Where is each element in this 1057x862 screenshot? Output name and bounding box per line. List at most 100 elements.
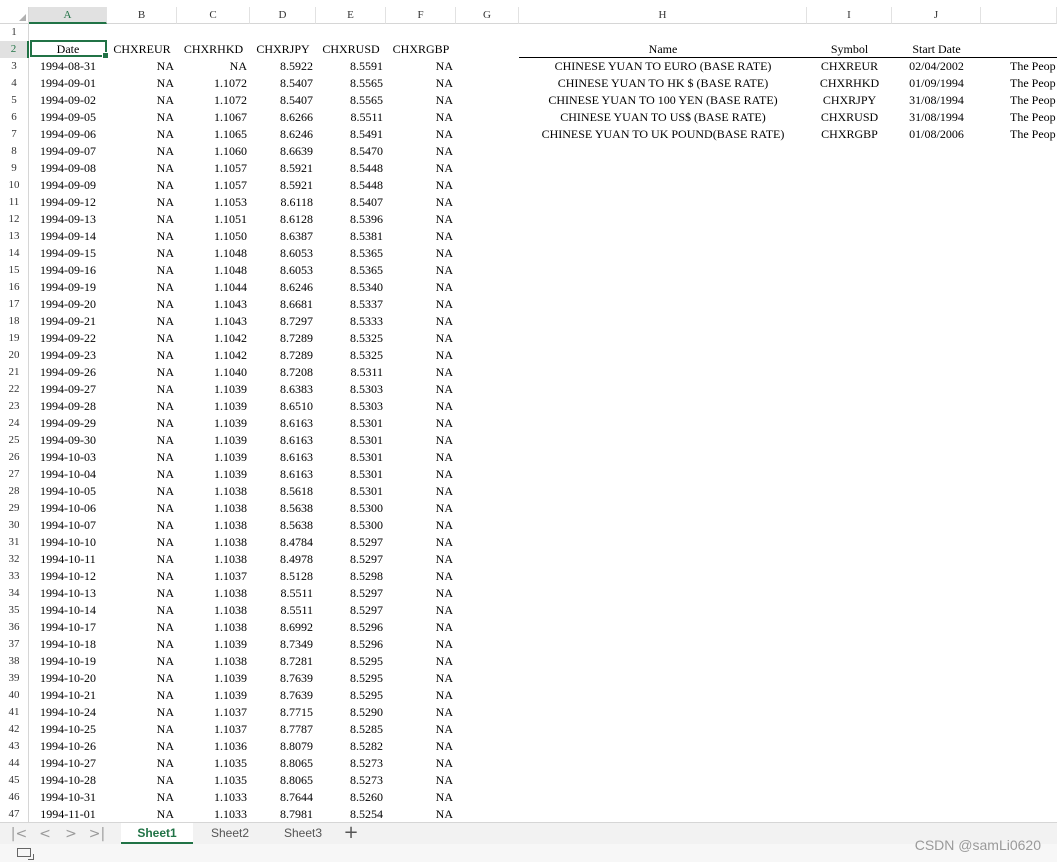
- rate-cell[interactable]: 1.1042: [177, 347, 247, 364]
- rate-cell[interactable]: 1.1038: [177, 619, 247, 636]
- rate-cell[interactable]: NA: [386, 109, 453, 126]
- date-cell[interactable]: 1994-10-06: [29, 500, 107, 517]
- rate-cell[interactable]: NA: [107, 551, 174, 568]
- rate-cell[interactable]: 1.1048: [177, 262, 247, 279]
- rate-cell[interactable]: NA: [107, 806, 174, 822]
- date-cell[interactable]: 1994-10-13: [29, 585, 107, 602]
- rate-cell[interactable]: 8.6383: [250, 381, 313, 398]
- date-cell[interactable]: 1994-09-02: [29, 92, 107, 109]
- column-header-g[interactable]: G: [456, 7, 519, 24]
- rate-cell[interactable]: 8.5285: [316, 721, 383, 738]
- active-cell-selection[interactable]: [30, 40, 109, 59]
- row-header-11[interactable]: 11: [0, 194, 29, 211]
- meta-header-cell[interactable]: Symbol: [807, 41, 892, 58]
- rate-cell[interactable]: 8.7297: [250, 313, 313, 330]
- meta-symbol-cell[interactable]: CHXREUR: [807, 58, 892, 75]
- date-cell[interactable]: 1994-09-01: [29, 75, 107, 92]
- date-cell[interactable]: 1994-09-15: [29, 245, 107, 262]
- data-header-cell[interactable]: CHXREUR: [109, 41, 175, 58]
- rate-cell[interactable]: 8.6163: [250, 466, 313, 483]
- rate-cell[interactable]: NA: [386, 296, 453, 313]
- meta-source-cell[interactable]: The Peop: [1010, 58, 1057, 75]
- rate-cell[interactable]: 1.1042: [177, 330, 247, 347]
- meta-source-cell[interactable]: The Peop: [1010, 75, 1057, 92]
- rate-cell[interactable]: 1.1039: [177, 687, 247, 704]
- row-header-6[interactable]: 6: [0, 109, 29, 126]
- meta-header-cell[interactable]: Start Date: [892, 41, 981, 58]
- row-header-47[interactable]: 47: [0, 806, 29, 822]
- rate-cell[interactable]: 8.6387: [250, 228, 313, 245]
- rate-cell[interactable]: 8.7281: [250, 653, 313, 670]
- date-cell[interactable]: 1994-09-30: [29, 432, 107, 449]
- rate-cell[interactable]: NA: [107, 602, 174, 619]
- rate-cell[interactable]: NA: [107, 653, 174, 670]
- meta-start-date-cell[interactable]: 01/08/2006: [892, 126, 981, 143]
- date-cell[interactable]: 1994-10-11: [29, 551, 107, 568]
- meta-name-cell[interactable]: CHINESE YUAN TO US$ (BASE RATE): [519, 109, 807, 126]
- rate-cell[interactable]: 8.5511: [250, 602, 313, 619]
- meta-symbol-cell[interactable]: CHXRUSD: [807, 109, 892, 126]
- rate-cell[interactable]: NA: [107, 211, 174, 228]
- add-sheet-button[interactable]: +: [341, 823, 361, 844]
- column-header-e[interactable]: E: [316, 7, 386, 24]
- rate-cell[interactable]: 1.1040: [177, 364, 247, 381]
- rate-cell[interactable]: NA: [386, 755, 453, 772]
- rate-cell[interactable]: NA: [107, 330, 174, 347]
- rate-cell[interactable]: NA: [107, 772, 174, 789]
- rate-cell[interactable]: 8.7715: [250, 704, 313, 721]
- rate-cell[interactable]: NA: [386, 398, 453, 415]
- column-header-d[interactable]: D: [250, 7, 316, 24]
- date-cell[interactable]: 1994-09-19: [29, 279, 107, 296]
- column-header-h[interactable]: H: [519, 7, 807, 24]
- view-mode-icon[interactable]: [17, 848, 34, 860]
- row-header-40[interactable]: 40: [0, 687, 29, 704]
- row-header-34[interactable]: 34: [0, 585, 29, 602]
- rate-cell[interactable]: NA: [386, 789, 453, 806]
- rate-cell[interactable]: NA: [386, 279, 453, 296]
- rate-cell[interactable]: 1.1044: [177, 279, 247, 296]
- rate-cell[interactable]: 8.5325: [316, 330, 383, 347]
- rate-cell[interactable]: 8.7981: [250, 806, 313, 822]
- rate-cell[interactable]: 1.1039: [177, 636, 247, 653]
- rate-cell[interactable]: NA: [386, 551, 453, 568]
- rate-cell[interactable]: 1.1038: [177, 653, 247, 670]
- rate-cell[interactable]: 1.1033: [177, 789, 247, 806]
- rate-cell[interactable]: 8.5565: [316, 92, 383, 109]
- rate-cell[interactable]: 1.1067: [177, 109, 247, 126]
- row-header-35[interactable]: 35: [0, 602, 29, 619]
- rate-cell[interactable]: NA: [107, 432, 174, 449]
- date-cell[interactable]: 1994-09-22: [29, 330, 107, 347]
- meta-source-cell[interactable]: The Peop: [1010, 109, 1057, 126]
- row-header-46[interactable]: 46: [0, 789, 29, 806]
- rate-cell[interactable]: NA: [107, 755, 174, 772]
- rate-cell[interactable]: 8.6681: [250, 296, 313, 313]
- rate-cell[interactable]: NA: [386, 517, 453, 534]
- rate-cell[interactable]: NA: [386, 228, 453, 245]
- rate-cell[interactable]: 8.5254: [316, 806, 383, 822]
- rate-cell[interactable]: 8.5297: [316, 534, 383, 551]
- row-header-16[interactable]: 16: [0, 279, 29, 296]
- meta-symbol-cell[interactable]: CHXRGBP: [807, 126, 892, 143]
- rate-cell[interactable]: NA: [386, 772, 453, 789]
- rate-cell[interactable]: NA: [386, 160, 453, 177]
- row-header-20[interactable]: 20: [0, 347, 29, 364]
- rate-cell[interactable]: 8.5260: [316, 789, 383, 806]
- rate-cell[interactable]: NA: [107, 364, 174, 381]
- rate-cell[interactable]: 1.1038: [177, 585, 247, 602]
- rate-cell[interactable]: 8.7208: [250, 364, 313, 381]
- rate-cell[interactable]: 8.6510: [250, 398, 313, 415]
- tab-sheet2[interactable]: Sheet2: [193, 823, 267, 844]
- rate-cell[interactable]: NA: [107, 109, 174, 126]
- rate-cell[interactable]: NA: [177, 58, 247, 75]
- row-header-37[interactable]: 37: [0, 636, 29, 653]
- column-header-j[interactable]: J: [892, 7, 981, 24]
- rate-cell[interactable]: 8.5491: [316, 126, 383, 143]
- rate-cell[interactable]: NA: [386, 602, 453, 619]
- rate-cell[interactable]: 8.5396: [316, 211, 383, 228]
- row-header-43[interactable]: 43: [0, 738, 29, 755]
- rate-cell[interactable]: NA: [386, 449, 453, 466]
- date-cell[interactable]: 1994-09-29: [29, 415, 107, 432]
- meta-start-date-cell[interactable]: 31/08/1994: [892, 109, 981, 126]
- date-cell[interactable]: 1994-10-26: [29, 738, 107, 755]
- rate-cell[interactable]: NA: [386, 143, 453, 160]
